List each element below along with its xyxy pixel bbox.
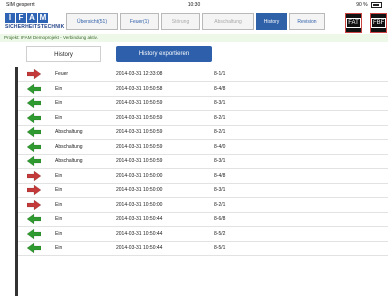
device-code: 8-3/1 <box>214 158 226 164</box>
arrow-right-icon <box>26 199 42 210</box>
timestamp: 2014-03-31 10:50:59 <box>116 129 163 135</box>
timestamp: 2014-03-31 10:50:44 <box>116 216 163 222</box>
timestamp: 2014-03-31 10:50:58 <box>116 85 163 92</box>
battery-percent: 90 % <box>356 2 368 8</box>
tab-uebersicht[interactable]: Übersicht(51) <box>66 13 118 30</box>
main-tabs: Übersicht(51) Feuer(1) Störung Abschaltu… <box>66 13 325 31</box>
history-row[interactable]: Ein 2014-03-31 10:50:00 8-4/8 <box>15 169 388 184</box>
device-code: 8-1/1 <box>214 71 226 77</box>
tab-history[interactable]: History <box>256 13 287 30</box>
tab-revision[interactable]: Revision <box>289 13 325 30</box>
device-code: 8-4/8 <box>214 172 226 179</box>
timestamp: 2014-03-31 10:50:59 <box>116 158 163 164</box>
event-label: Ein <box>55 201 63 208</box>
device-code: 8-4/8 <box>214 85 226 92</box>
logo-letter: I <box>5 13 15 23</box>
connection-status: Projekt: IFAM Demoprojekt - Verbindung a… <box>0 34 388 42</box>
event-label: Ein <box>55 216 63 222</box>
arrow-left-icon <box>26 112 42 123</box>
event-label: Ein <box>55 245 63 251</box>
history-row[interactable]: Ein 2014-03-31 10:50:44 8-5/2 <box>15 227 388 242</box>
history-row[interactable]: Ein 2014-03-31 10:50:59 8-3/1 <box>15 96 388 111</box>
history-row[interactable]: Abschaltung 2014-03-31 10:50:59 8-4/0 <box>15 140 388 155</box>
logo-letter: A <box>27 13 37 23</box>
history-segment[interactable]: History <box>26 46 101 62</box>
device-code: 8-3/1 <box>214 187 226 193</box>
arrow-left-icon <box>26 83 42 94</box>
device-code: 8-4/0 <box>214 143 226 150</box>
event-label: Abschaltung <box>55 129 83 135</box>
history-list[interactable]: Feuer 2014-03-31 12:33:08 8-1/1 Ein 2014-03-… <box>15 67 388 296</box>
fbf-label: FBF <box>371 18 387 28</box>
history-row[interactable]: Feuer 2014-03-31 12:33:08 8-1/1 <box>15 67 388 82</box>
arrow-left-icon <box>26 242 42 254</box>
battery-icon <box>371 1 382 8</box>
event-label: Ein <box>55 230 63 237</box>
timestamp: 2014-03-31 10:50:59 <box>116 143 163 150</box>
event-label: Ein <box>55 187 63 193</box>
tab-feuer[interactable]: Feuer(1) <box>120 13 159 30</box>
history-row[interactable]: Ein 2014-03-31 10:50:58 8-4/8 <box>15 82 388 97</box>
fat-button[interactable]: FAT <box>345 13 362 33</box>
logo-letter: F <box>16 13 26 23</box>
logo-subtitle: SICHERHEITSTECHNIK <box>5 24 65 30</box>
arrow-right-icon <box>26 184 42 196</box>
event-label: Ein <box>55 85 63 92</box>
timestamp: 2014-03-31 10:50:00 <box>116 172 163 179</box>
history-row[interactable]: Ein 2014-03-31 10:50:00 8-2/1 <box>15 198 388 213</box>
event-label: Ein <box>55 100 63 106</box>
timestamp: 2014-03-31 10:50:59 <box>116 100 163 106</box>
fbf-button[interactable]: FBF <box>370 13 387 33</box>
device-code: 8-3/1 <box>214 100 226 106</box>
event-label: Ein <box>55 114 63 121</box>
device-code: 8-6/8 <box>214 216 226 222</box>
device-code: 8-2/1 <box>214 114 226 121</box>
event-label: Abschaltung <box>55 158 83 164</box>
arrow-right-icon <box>26 68 42 80</box>
history-row[interactable]: Abschaltung 2014-03-31 10:50:59 8-3/1 <box>15 154 388 169</box>
arrow-right-icon <box>26 170 42 181</box>
clock: 10:30 <box>187 2 201 8</box>
logo-letter: M <box>38 13 48 23</box>
arrow-left-icon <box>26 155 42 167</box>
scrollbar[interactable] <box>15 67 18 296</box>
history-row[interactable]: Ein 2014-03-31 10:50:44 8-6/8 <box>15 212 388 227</box>
tab-stoerung[interactable]: Störung <box>161 13 200 30</box>
arrow-left-icon <box>26 141 42 152</box>
device-code: 8-5/2 <box>214 230 226 237</box>
device-code: 8-5/1 <box>214 245 226 251</box>
ifam-logo: I F A M SICHERHEITSTECHNIK <box>5 13 65 34</box>
battery-indicator: 90 % <box>356 0 382 11</box>
history-row[interactable]: Ein 2014-03-31 10:50:00 8-3/1 <box>15 183 388 198</box>
timestamp: 2014-03-31 10:50:00 <box>116 187 163 193</box>
timestamp: 2014-03-31 10:50:00 <box>116 201 163 208</box>
export-history-button[interactable]: History exportieren <box>116 46 212 62</box>
arrow-left-icon <box>26 213 42 225</box>
device-code: 8-2/1 <box>214 201 226 208</box>
event-label: Abschaltung <box>55 143 83 150</box>
arrow-left-icon <box>26 228 42 239</box>
history-row[interactable]: Ein 2014-03-31 10:50:44 8-5/1 <box>15 241 388 256</box>
event-label: Ein <box>55 172 63 179</box>
arrow-left-icon <box>26 97 42 109</box>
event-label: Feuer <box>55 71 69 77</box>
timestamp: 2014-03-31 10:50:59 <box>116 114 163 121</box>
device-code: 8-2/1 <box>214 129 226 135</box>
timestamp: 2014-03-31 10:50:44 <box>116 230 163 237</box>
tab-abschaltung[interactable]: Abschaltung <box>202 13 254 30</box>
timestamp: 2014-03-31 10:50:44 <box>116 245 163 251</box>
history-row[interactable]: Ein 2014-03-31 10:50:59 8-2/1 <box>15 111 388 126</box>
fat-label: FAT <box>346 18 361 28</box>
timestamp: 2014-03-31 12:33:08 <box>116 71 163 77</box>
status-bar: SIM gesperrt 10:30 90 % <box>0 0 388 11</box>
arrow-left-icon <box>26 126 42 138</box>
history-toolbar: History History exportieren <box>0 44 388 66</box>
history-row[interactable]: Abschaltung 2014-03-31 10:50:59 8-2/1 <box>15 125 388 140</box>
